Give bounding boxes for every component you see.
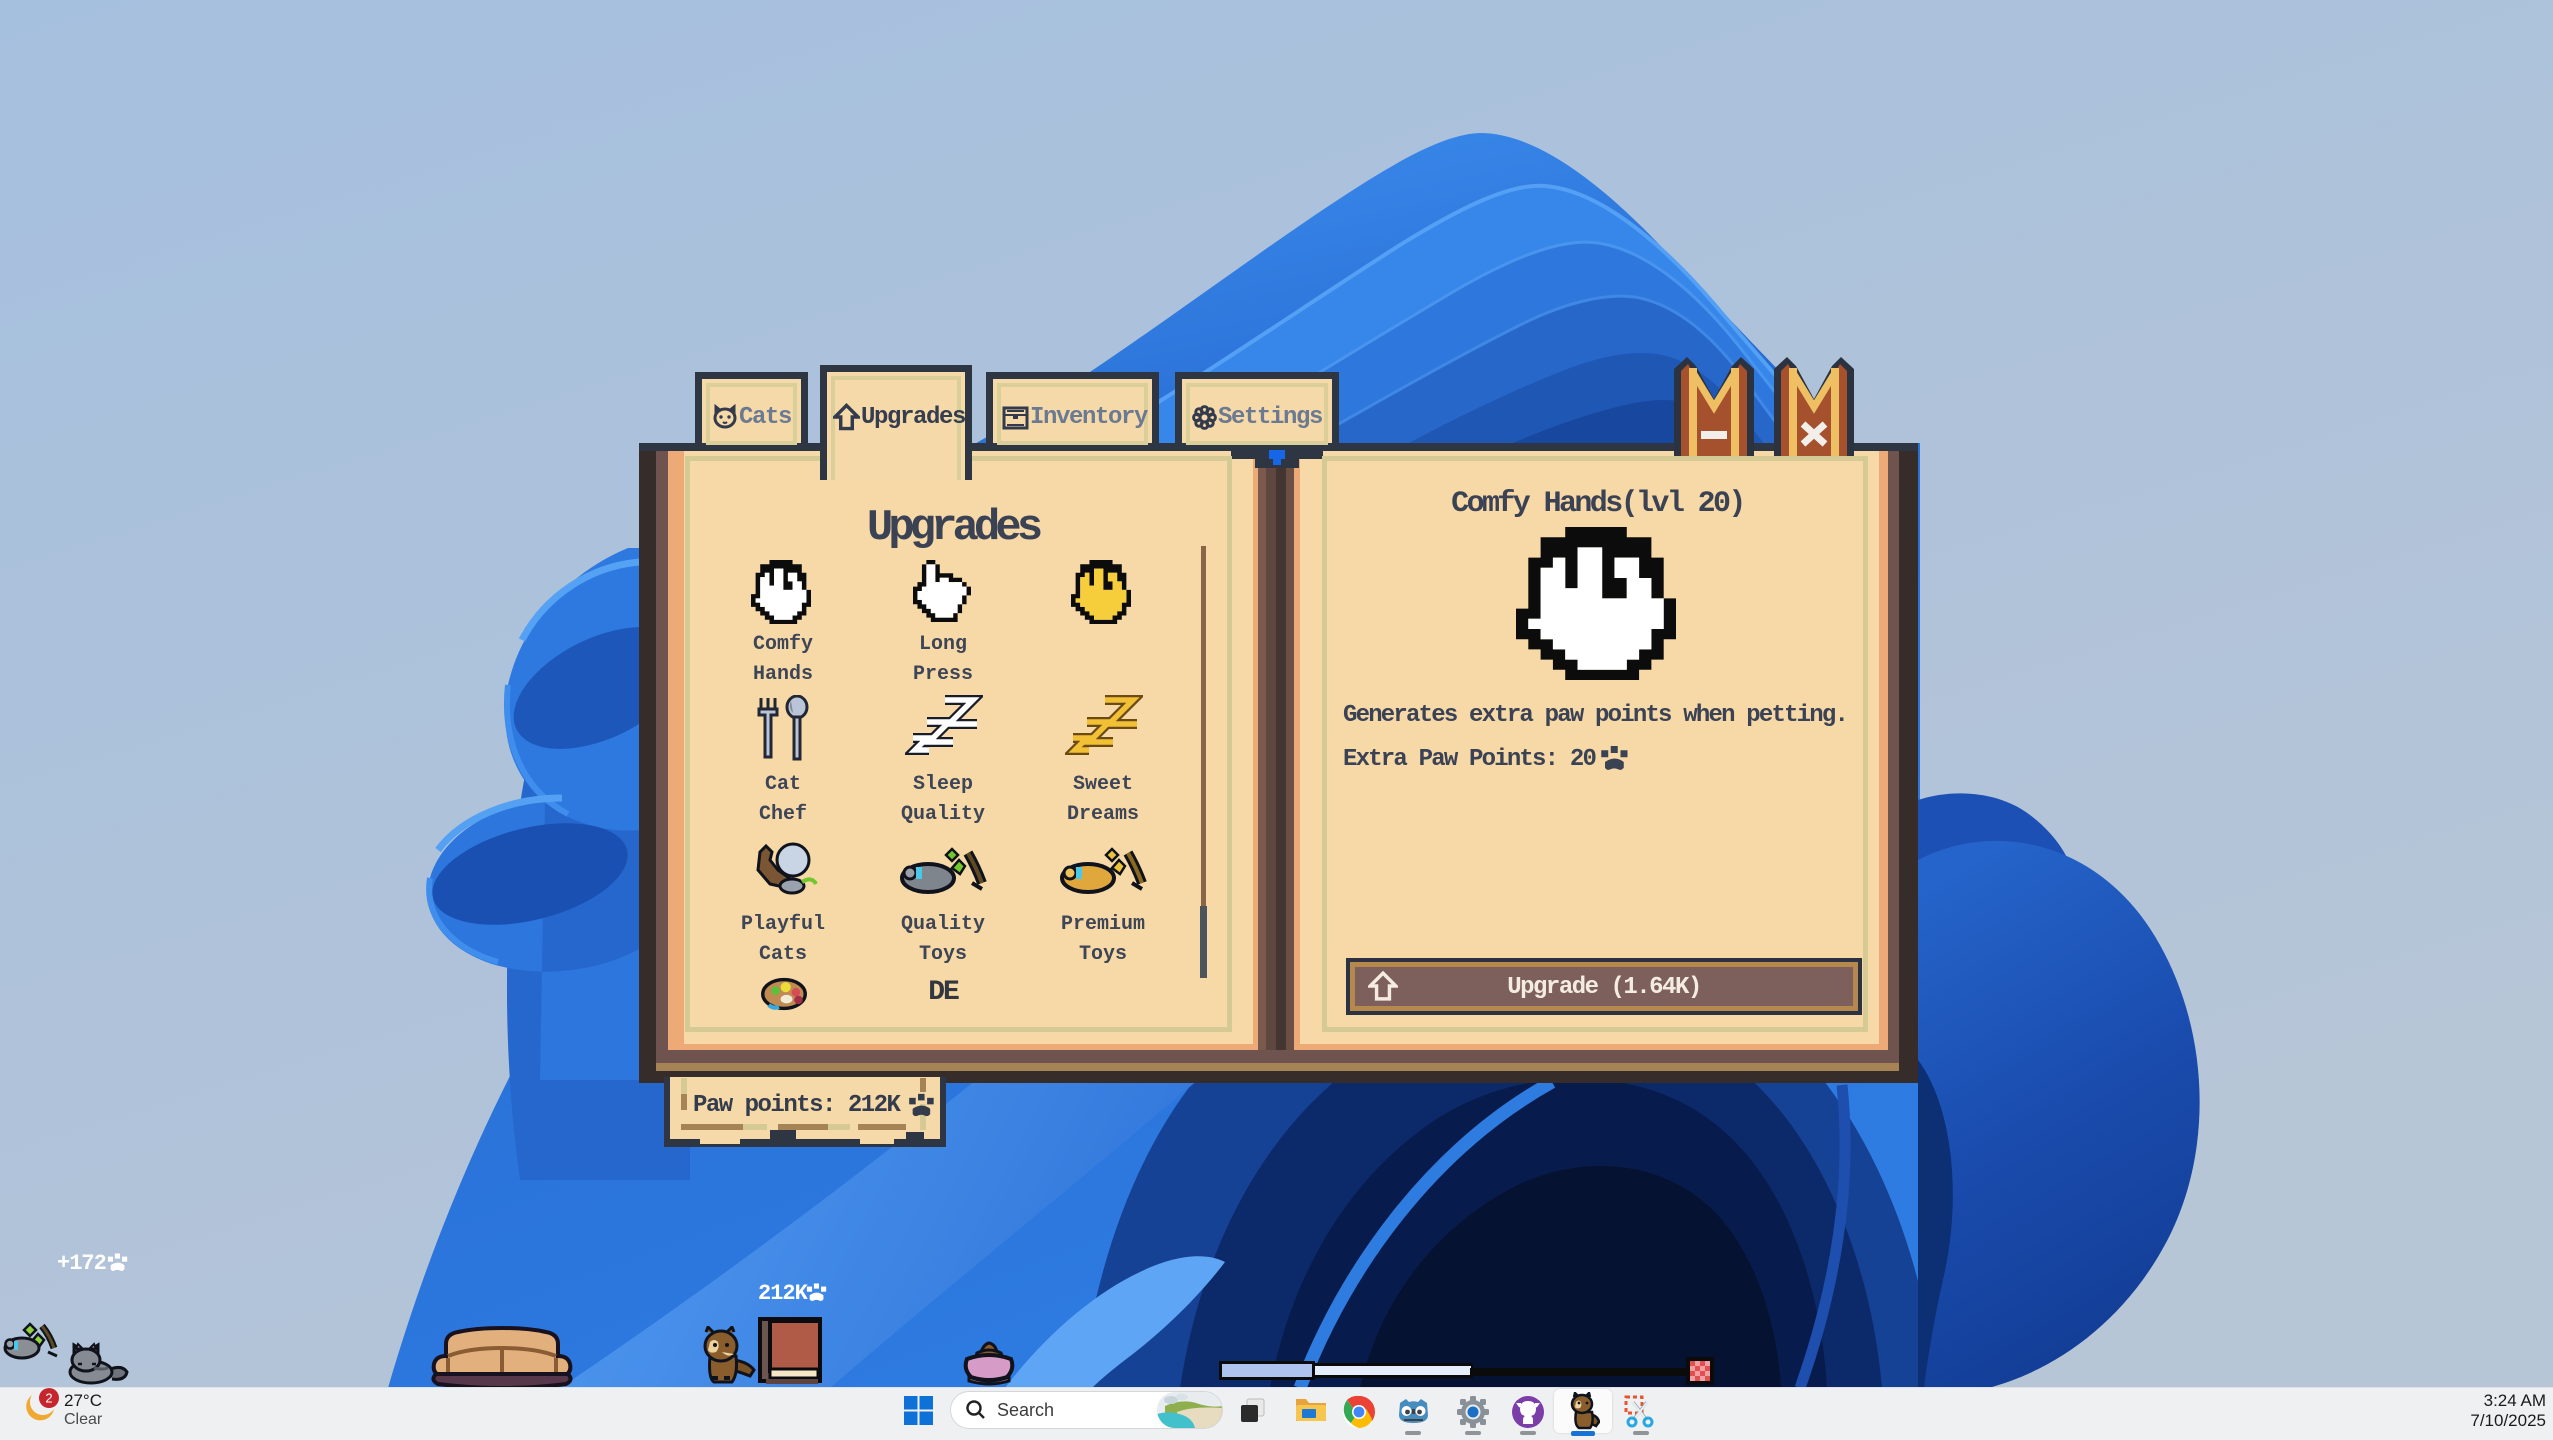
svg-text:2: 2 <box>45 1391 52 1406</box>
